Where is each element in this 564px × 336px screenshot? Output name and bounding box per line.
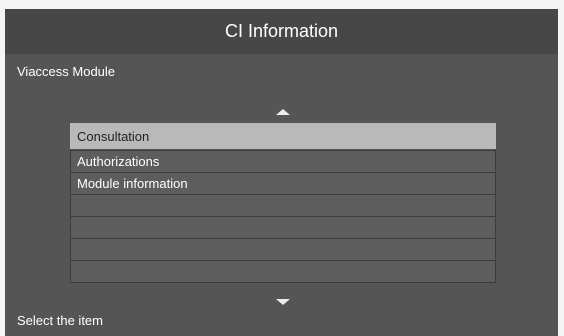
menu-list: Consultation Authorizations Module infor… xyxy=(70,123,496,283)
scroll-up-icon[interactable] xyxy=(276,109,290,115)
ci-information-screen: CI Information Viaccess Module Consultat… xyxy=(5,9,558,336)
menu-item-empty xyxy=(70,216,496,238)
menu-item-module-information[interactable]: Module information xyxy=(70,172,496,194)
menu-item-empty xyxy=(70,194,496,216)
help-text: Select the item xyxy=(17,313,103,328)
page-title: CI Information xyxy=(5,9,558,54)
menu-item-authorizations[interactable]: Authorizations xyxy=(70,150,496,172)
module-name: Viaccess Module xyxy=(17,64,116,79)
scroll-down-icon[interactable] xyxy=(276,299,290,305)
menu-item-empty xyxy=(70,260,496,283)
menu-item-empty xyxy=(70,238,496,260)
menu-item-consultation[interactable]: Consultation xyxy=(70,123,496,149)
